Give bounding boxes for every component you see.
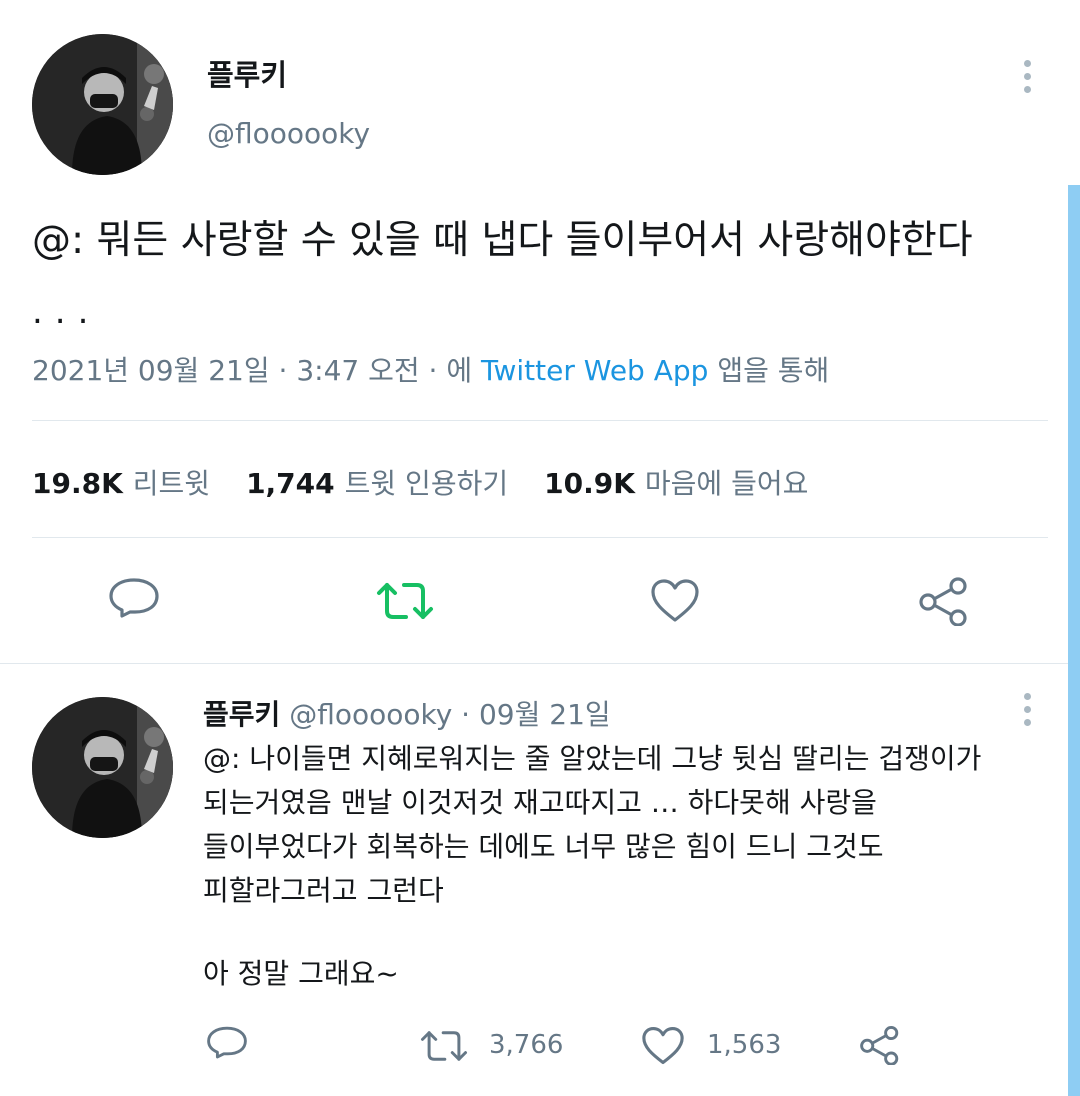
retweet-icon[interactable] <box>376 577 434 625</box>
reply-date[interactable]: 09월 21일 <box>479 698 611 731</box>
reply-closing-line: 아 정말 그래요~ <box>203 957 399 990</box>
tweet-text: @: 뭐든 사랑할 수 있을 때 냅다 들이부어서 사랑해야한다 <box>32 218 973 263</box>
retweet-icon[interactable] <box>420 1026 468 1066</box>
reply-icon[interactable] <box>108 576 160 626</box>
heart-icon[interactable] <box>650 578 700 624</box>
share-icon[interactable] <box>918 576 970 626</box>
retweet-count: 3,766 <box>489 1030 564 1060</box>
reply-text-line: 피할라그러고 그런다 <box>203 874 444 907</box>
reply-icon[interactable] <box>206 1025 248 1065</box>
user-handle[interactable]: @floooooky <box>207 117 370 150</box>
reply-text-line: @: 나이들면 지혜로워지는 줄 알았는데 그냥 뒷심 딸리는 겁쟁이가 <box>203 742 982 775</box>
via-prefix: 에 <box>446 354 473 387</box>
heart-icon[interactable] <box>641 1026 685 1066</box>
reply-handle[interactable]: @floooooky <box>289 698 452 731</box>
divider <box>32 420 1048 421</box>
quotes-stat[interactable]: 1,744 트윗 인용하기 <box>246 462 508 502</box>
like-count: 1,563 <box>707 1030 782 1060</box>
tweet-stats: 19.8K 리트윗 1,744 트윗 인용하기 10.9K 마음에 들어요 <box>32 462 808 502</box>
via-suffix: 앱을 통해 <box>717 354 830 387</box>
reply-text-line: 되는거였음 맨날 이것저것 재고따지고 … 하다못해 사랑을 <box>203 786 877 819</box>
likes-stat[interactable]: 10.9K 마음에 들어요 <box>544 462 808 502</box>
avatar[interactable] <box>32 34 173 175</box>
tweet-ellipsis: ... <box>32 292 101 332</box>
reply-header: 플루키 @floooooky · 09월 21일 <box>203 693 611 733</box>
source-link[interactable]: Twitter Web App <box>481 354 708 387</box>
more-options-icon[interactable] <box>1017 693 1037 726</box>
tweet-meta: 2021년 09월 21일 · 3:47 오전 · 에 Twitter Web … <box>32 354 830 387</box>
retweets-stat[interactable]: 19.8K 리트윗 <box>32 462 210 502</box>
reply-avatar[interactable] <box>32 697 173 838</box>
profile-photo <box>32 697 173 838</box>
display-name[interactable]: 플루키 <box>207 52 287 94</box>
divider <box>32 537 1048 538</box>
tweet-detail-screen: 플루키 @floooooky @: 뭐든 사랑할 수 있을 때 냅다 들이부어서… <box>0 0 1080 1096</box>
share-icon[interactable] <box>859 1025 901 1065</box>
profile-photo <box>32 34 173 175</box>
reply-text: @: 나이들면 지혜로워지는 줄 알았는데 그냥 뒷심 딸리는 겁쟁이가 되는거… <box>203 737 981 913</box>
divider <box>0 663 1068 664</box>
tweet-date[interactable]: 2021년 09월 21일 <box>32 354 270 387</box>
reply-text-line: 들이부었다가 회복하는 데에도 너무 많은 힘이 드니 그것도 <box>203 830 884 863</box>
reply-display-name[interactable]: 플루키 <box>203 698 280 731</box>
reply-separator: · <box>461 698 471 731</box>
more-options-icon[interactable] <box>1017 60 1037 93</box>
tweet-time[interactable]: 3:47 오전 <box>296 354 419 387</box>
scrollbar[interactable] <box>1068 185 1080 1096</box>
